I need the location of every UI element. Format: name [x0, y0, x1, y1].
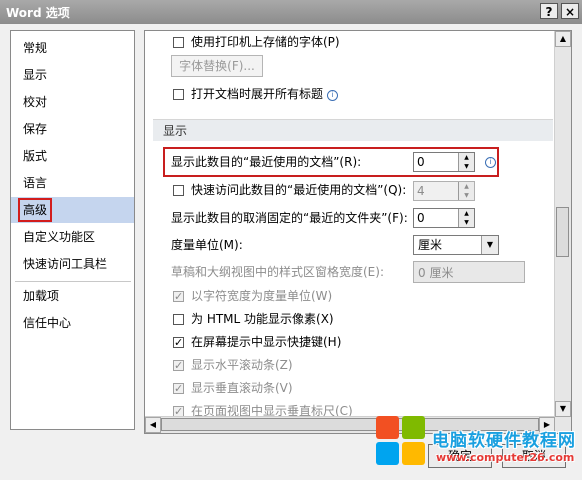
title-bar: Word 选项 ? × [0, 0, 582, 25]
scroll-down-icon[interactable]: ▼ [555, 401, 571, 417]
scroll-up-icon[interactable]: ▲ [555, 31, 571, 47]
help-button[interactable]: ? [540, 3, 558, 19]
style-area-width-input: 0 厘米 [413, 261, 525, 283]
info-icon: i [327, 90, 339, 101]
scroll-corner [555, 417, 571, 433]
horizontal-scroll-thumb[interactable] [161, 418, 539, 431]
quick-access-recent-option[interactable]: 快速访问此数目的“最近使用的文档”(Q): [173, 181, 406, 199]
sidebar-item-proofing[interactable]: 校对 [11, 89, 134, 115]
quick-access-recent-spinner: 4 ▲ ▼ [413, 181, 475, 201]
expand-headings-option[interactable]: 打开文档时展开所有标题 i [173, 85, 339, 103]
sidebar-item-customize-ribbon[interactable]: 自定义功能区 [11, 224, 134, 250]
quick-access-recent-checkbox[interactable] [173, 185, 184, 196]
measurement-units-label: 度量单位(M): [171, 238, 243, 252]
print-fonts-checkbox[interactable] [173, 37, 184, 48]
spin-down-icon: ▼ [464, 192, 469, 199]
ok-button[interactable]: 确定 [428, 444, 492, 468]
cancel-button[interactable]: 取消 [502, 444, 566, 468]
h-scrollbar-option: 显示水平滚动条(Z) [173, 356, 293, 375]
expand-headings-checkbox[interactable] [173, 89, 184, 100]
vertical-scroll-thumb[interactable] [556, 207, 569, 257]
html-pixels-option[interactable]: 为 HTML 功能显示像素(X) [173, 310, 334, 328]
font-substitution-button: 字体替换(F)... [171, 55, 263, 77]
display-section-header: 显示 [153, 119, 553, 141]
sidebar-item-layout[interactable]: 版式 [11, 143, 134, 169]
spin-down-icon[interactable]: ▼ [459, 162, 474, 171]
html-pixels-checkbox[interactable] [173, 314, 184, 325]
advanced-options-panel: 使用打印机上存储的字体(P) 字体替换(F)... 打开文档时展开所有标题 i 显… [144, 30, 572, 434]
info-icon: i [485, 157, 496, 168]
options-sidebar: 常规 显示 校对 保存 版式 语言 高级 自定义功能区 快速访问工具栏 加载项 … [10, 30, 135, 430]
sidebar-item-language[interactable]: 语言 [11, 170, 134, 196]
sidebar-item-display[interactable]: 显示 [11, 62, 134, 88]
recent-docs-label: 显示此数目的“最近使用的文档”(R): [171, 155, 362, 169]
scroll-left-icon[interactable]: ◀ [145, 417, 161, 433]
chevron-down-icon[interactable]: ▼ [481, 236, 498, 254]
sidebar-item-save[interactable]: 保存 [11, 116, 134, 142]
recent-folders-spinner[interactable]: 0 ▲ ▼ [413, 208, 475, 228]
recent-folders-label: 显示此数目的取消固定的“最近的文件夹”(F): [171, 211, 408, 225]
v-scrollbar-option: 显示垂直滚动条(V) [173, 379, 293, 398]
measurement-units-select[interactable]: 厘米 ▼ [413, 235, 499, 255]
close-button[interactable]: × [561, 3, 579, 19]
char-width-units-checkbox [173, 288, 184, 306]
spin-down-icon[interactable]: ▼ [459, 218, 474, 227]
spin-up-icon[interactable]: ▲ [459, 153, 474, 162]
print-fonts-option[interactable]: 使用打印机上存储的字体(P) [173, 33, 340, 51]
shortcut-keys-checkbox[interactable] [173, 334, 184, 352]
v-scrollbar-checkbox [173, 380, 184, 398]
spin-up-icon: ▲ [464, 183, 469, 190]
sidebar-item-trust-center[interactable]: 信任中心 [11, 310, 134, 336]
sidebar-divider [15, 281, 131, 282]
h-scrollbar-checkbox [173, 357, 184, 375]
sidebar-item-quick-access-toolbar[interactable]: 快速访问工具栏 [11, 251, 134, 277]
vertical-scrollbar[interactable]: ▲ ▼ [554, 31, 571, 417]
sidebar-item-add-ins[interactable]: 加载项 [11, 283, 134, 309]
sidebar-item-advanced[interactable]: 高级 [11, 197, 134, 223]
recent-docs-spinner[interactable]: 0 ▲ ▼ [413, 152, 475, 172]
shortcut-keys-option[interactable]: 在屏幕提示中显示快捷键(H) [173, 333, 341, 352]
horizontal-scrollbar[interactable]: ◀ ▶ [145, 416, 555, 433]
style-area-width-label: 草稿和大纲视图中的样式区窗格宽度(E): [171, 265, 384, 279]
window-title: Word 选项 [6, 6, 70, 20]
char-width-units-option: 以字符宽度为度量单位(W) [173, 287, 332, 306]
scroll-right-icon[interactable]: ▶ [539, 417, 555, 433]
spin-up-icon[interactable]: ▲ [459, 209, 474, 218]
sidebar-item-general[interactable]: 常规 [11, 35, 134, 61]
